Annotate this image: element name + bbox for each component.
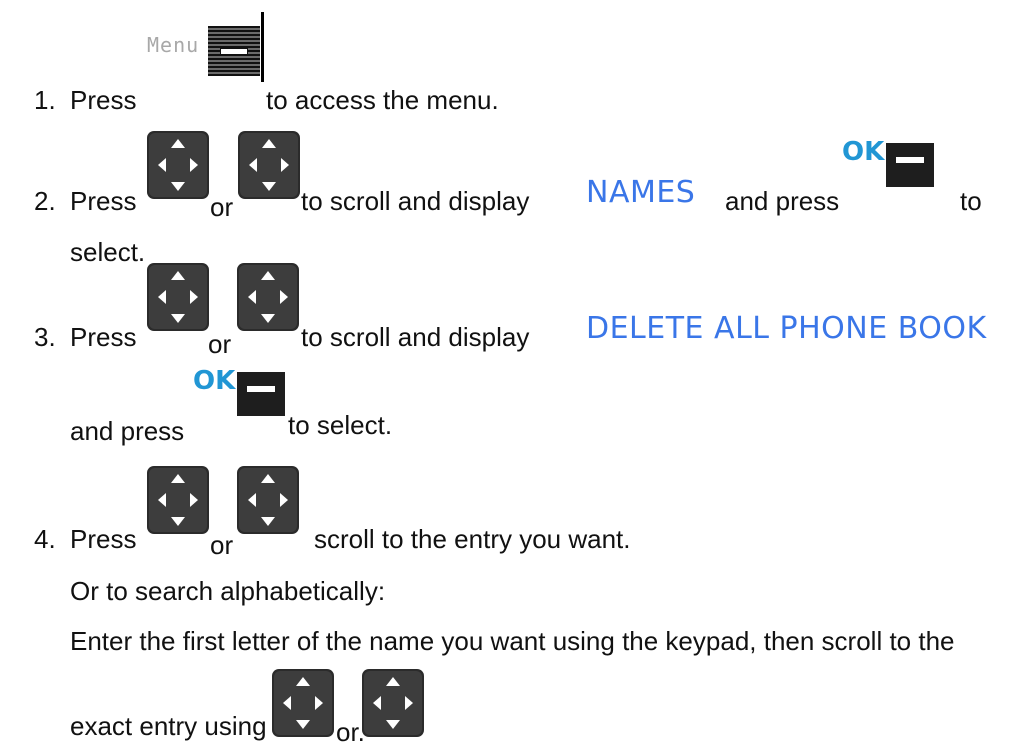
step-4-instruction: Enter the first letter of the name you w… [70,626,955,656]
step-4: 4. Press or scroll to the entry you want… [0,0,1023,753]
nav-up-icon [272,669,334,737]
nav-down-icon [237,466,299,534]
nav-down-icon [362,669,424,737]
step-4-alt: Or to search alphabetically: [70,576,386,606]
step-4-text: scroll to the entry you want. [314,524,631,554]
step-4-or: or [210,530,234,560]
step-4-or2: or. [336,717,365,747]
step-4-press: Press [70,524,137,554]
nav-up-icon [147,466,209,534]
step-4-number: 4. [34,524,56,554]
step-4-exact: exact entry using [70,711,267,741]
